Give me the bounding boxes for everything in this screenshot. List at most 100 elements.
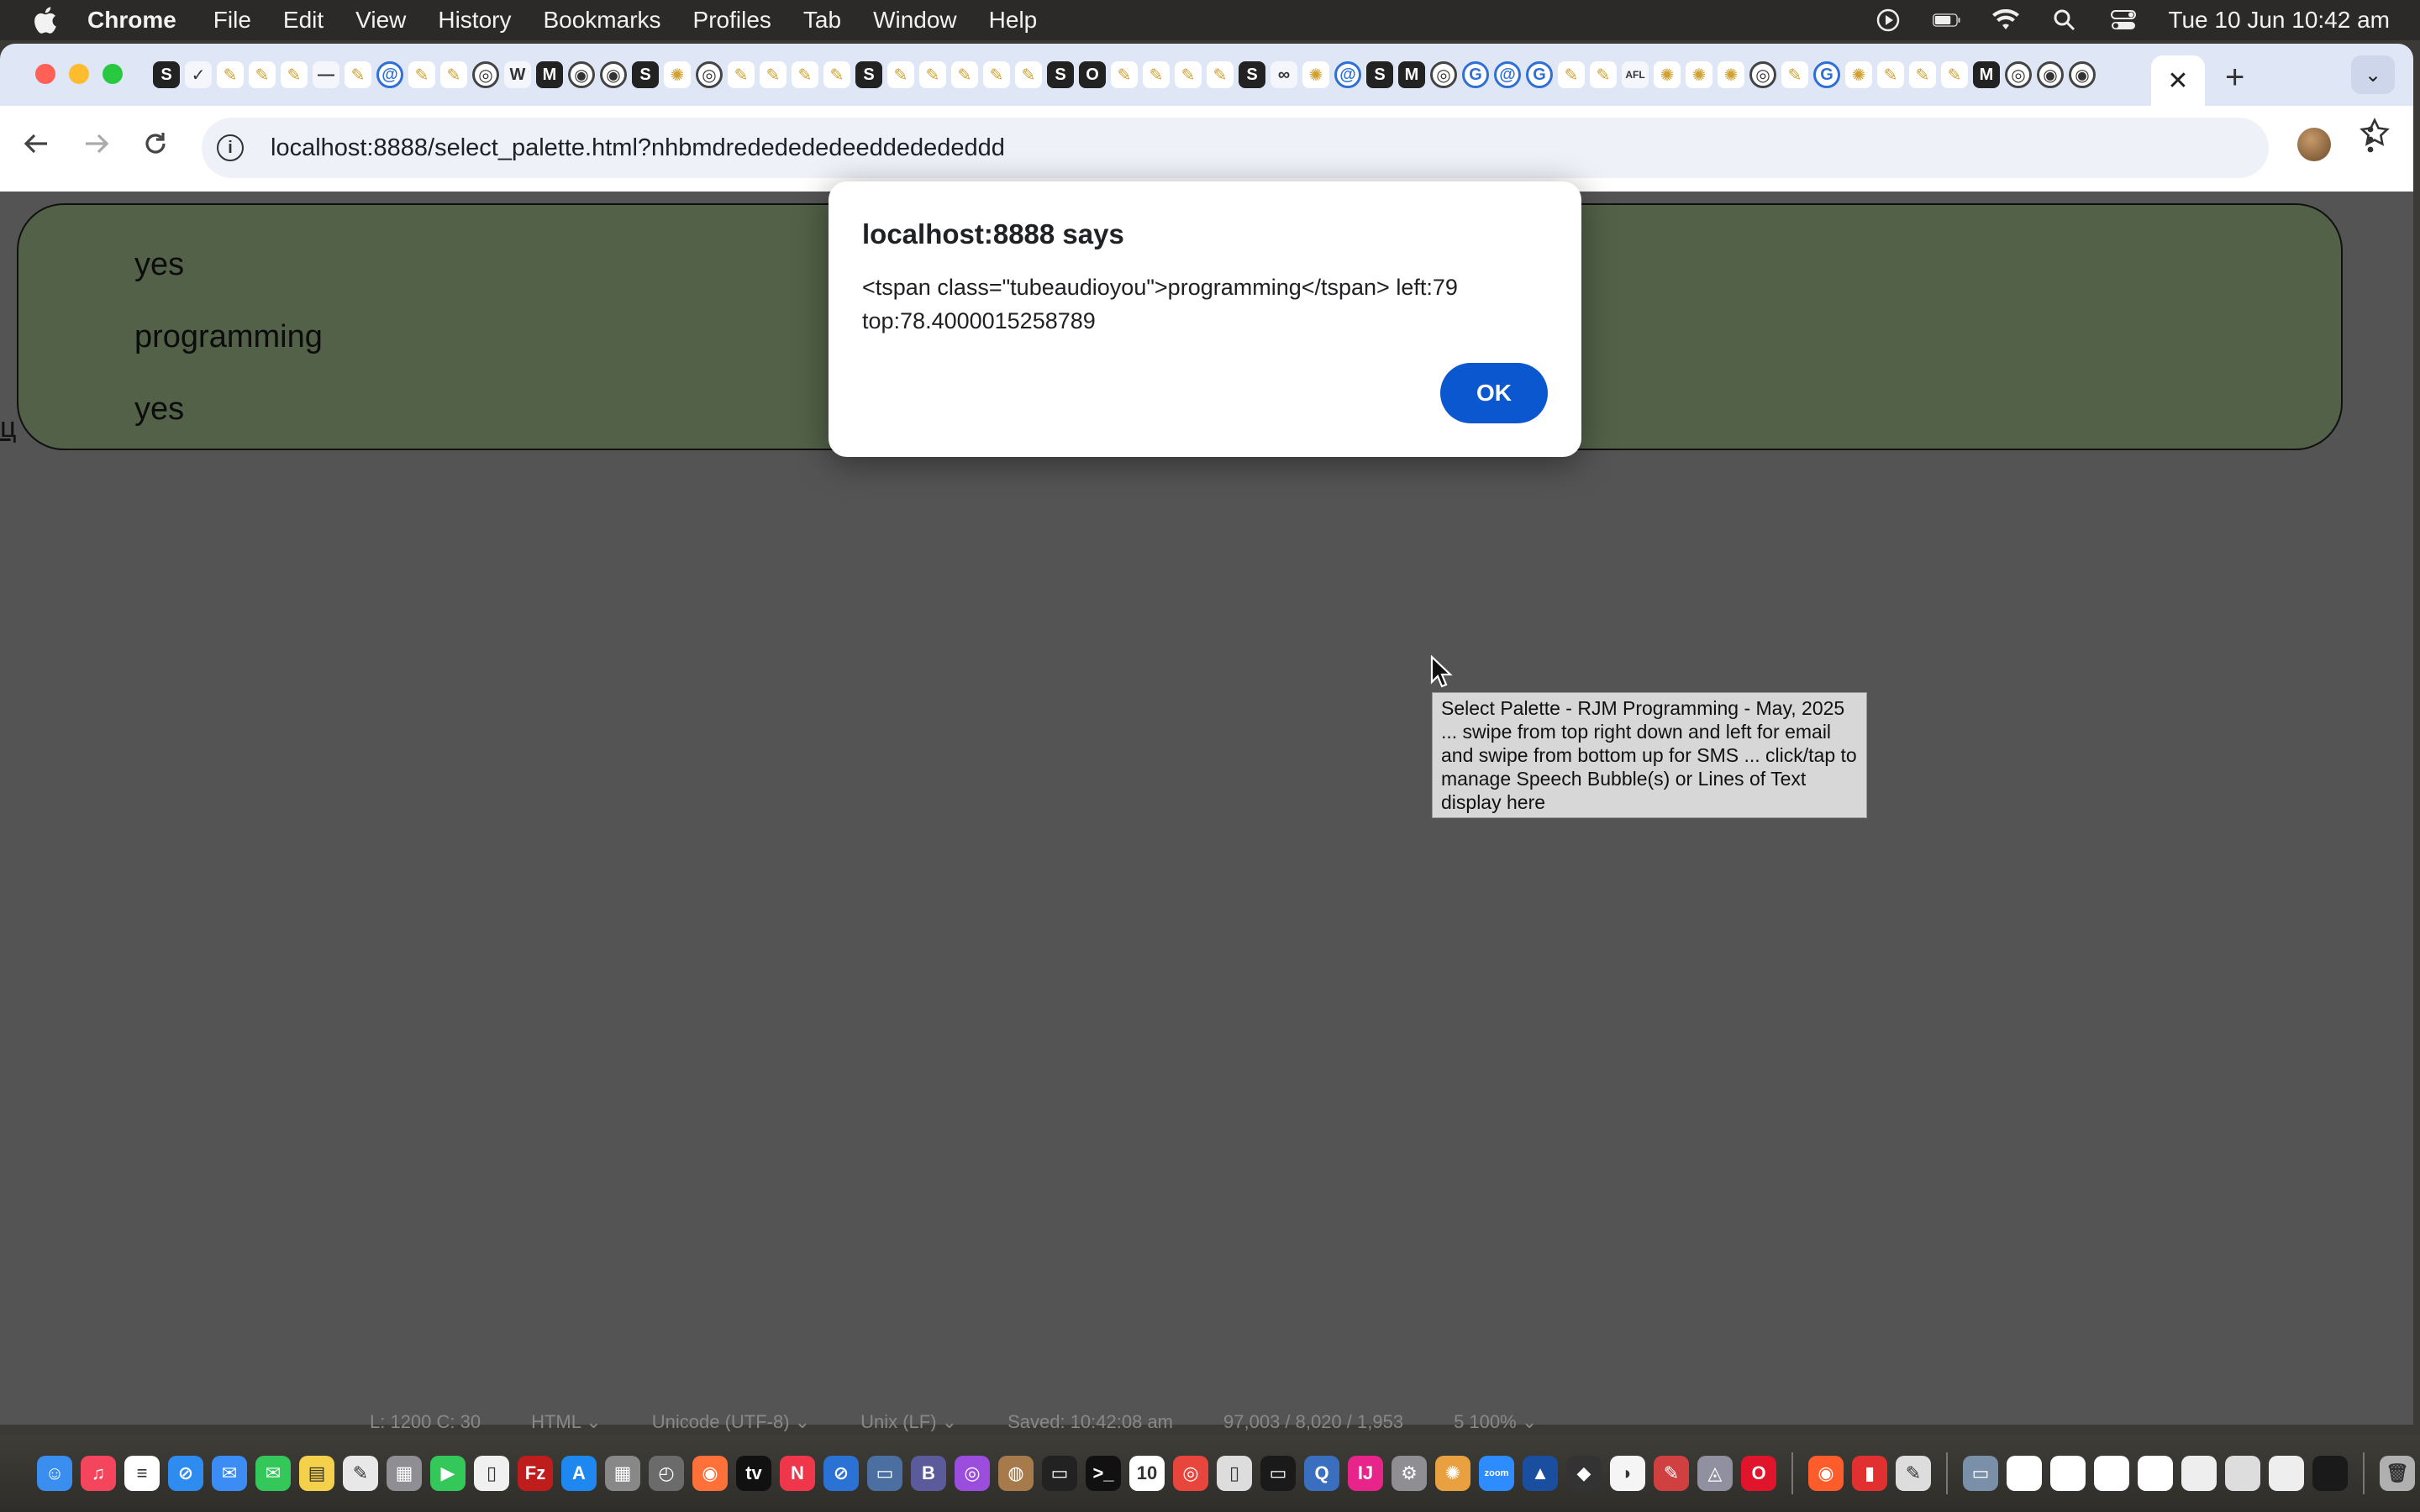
- dock-window-6-icon[interactable]: [2225, 1456, 2260, 1491]
- dock-zoom-icon[interactable]: zoom: [1479, 1456, 1514, 1491]
- bubble-text-line-3[interactable]: yes: [134, 391, 184, 428]
- dock-firefox-dev-icon[interactable]: ◉: [1808, 1456, 1844, 1491]
- site-info-icon[interactable]: i: [217, 134, 244, 161]
- tab-favicon-icon[interactable]: ✎: [951, 61, 978, 88]
- ok-button[interactable]: OK: [1440, 363, 1548, 423]
- tab-favicon-icon[interactable]: —: [313, 61, 339, 88]
- tab-favicon-icon[interactable]: ◉: [600, 61, 627, 88]
- dock-trash-icon[interactable]: 🗑: [2380, 1456, 2415, 1491]
- tab-favicon-icon[interactable]: ✎: [1111, 61, 1138, 88]
- dock-window-2-icon[interactable]: [2050, 1456, 2086, 1491]
- tab-favicon-icon[interactable]: S: [153, 61, 180, 88]
- tab-favicon-icon[interactable]: S: [855, 61, 882, 88]
- tab-favicon-icon[interactable]: ✎: [1175, 61, 1202, 88]
- wifi-icon[interactable]: [1991, 8, 2020, 33]
- menu-profiles[interactable]: Profiles: [693, 7, 771, 34]
- chrome-menu-icon[interactable]: [2366, 124, 2375, 162]
- tab-favicon-icon[interactable]: ✎: [217, 61, 244, 88]
- dock-terminal-icon[interactable]: ▭: [1042, 1456, 1077, 1491]
- address-bar[interactable]: i localhost:8888/select_palette.html?nhb…: [202, 118, 2269, 178]
- forward-arrow-icon[interactable]: [82, 129, 111, 165]
- tab-favicon-icon[interactable]: AFL: [1622, 61, 1649, 88]
- tab-favicon-icon[interactable]: ◎: [1430, 61, 1457, 88]
- tab-search-button[interactable]: ⌄: [2351, 55, 2395, 94]
- corner-glyph[interactable]: ц: [0, 412, 16, 444]
- tab-favicon-icon[interactable]: @: [1334, 61, 1361, 88]
- menu-edit[interactable]: Edit: [283, 7, 324, 34]
- dock-terminal-2-icon[interactable]: >_: [1086, 1456, 1121, 1491]
- tab-favicon-icon[interactable]: ◎: [2005, 61, 2032, 88]
- tab-favicon-icon[interactable]: S: [632, 61, 659, 88]
- tab-favicon-icon[interactable]: ◎: [696, 61, 723, 88]
- active-tab[interactable]: ✕: [2151, 55, 2205, 106]
- tab-favicon-icon[interactable]: ✎: [408, 61, 435, 88]
- tab-favicon-icon[interactable]: ✺: [1845, 61, 1872, 88]
- tab-favicon-icon[interactable]: ◉: [568, 61, 595, 88]
- tab-favicon-icon[interactable]: ✎: [823, 61, 850, 88]
- window-close-button[interactable]: [35, 64, 55, 84]
- tab-favicon-icon[interactable]: W: [504, 61, 531, 88]
- tab-favicon-icon[interactable]: ✺: [664, 61, 691, 88]
- dock-inkscape-icon[interactable]: ◆: [1566, 1456, 1602, 1491]
- tab-favicon-icon[interactable]: ✎: [1877, 61, 1904, 88]
- dock-app-store-icon[interactable]: A: [561, 1456, 597, 1491]
- dock-reminders-icon[interactable]: ≡: [124, 1456, 160, 1491]
- tab-favicon-icon[interactable]: G: [1813, 61, 1840, 88]
- tab-favicon-icon[interactable]: ◎: [472, 61, 499, 88]
- dock-window-4-icon[interactable]: [2138, 1456, 2173, 1491]
- tab-favicon-icon[interactable]: ✎: [249, 61, 276, 88]
- dock-notes-icon[interactable]: ▤: [299, 1456, 334, 1491]
- tab-favicon-icon[interactable]: ✎: [887, 61, 914, 88]
- dock-color-picker-icon[interactable]: ✺: [1435, 1456, 1470, 1491]
- dock-facetime-icon[interactable]: ▶: [430, 1456, 466, 1491]
- dock-aspect-icon[interactable]: ▲: [1523, 1456, 1558, 1491]
- tab-favicon-icon[interactable]: S: [1366, 61, 1393, 88]
- dock-calendar-icon[interactable]: 10: [1129, 1456, 1165, 1491]
- dock-window-7-icon[interactable]: [2269, 1456, 2304, 1491]
- tab-favicon-icon[interactable]: ✎: [1143, 61, 1170, 88]
- dock-opera-icon[interactable]: O: [1741, 1456, 1776, 1491]
- menu-bookmarks[interactable]: Bookmarks: [543, 7, 660, 34]
- tab-favicon-icon[interactable]: ✎: [1558, 61, 1585, 88]
- menu-window[interactable]: Window: [873, 7, 957, 34]
- tab-favicon-icon[interactable]: ✎: [1015, 61, 1042, 88]
- dock-sequel-icon[interactable]: ◗: [1610, 1456, 1645, 1491]
- profile-avatar[interactable]: [2297, 128, 2331, 161]
- tab-favicon-icon[interactable]: S: [1239, 61, 1265, 88]
- menubar-clock[interactable]: Tue 10 Jun 10:42 am: [2168, 7, 2390, 34]
- tab-favicon-icon[interactable]: S: [1047, 61, 1074, 88]
- new-tab-button[interactable]: +: [2225, 59, 2244, 97]
- tab-favicon-icon[interactable]: ✎: [440, 61, 467, 88]
- tab-favicon-icon[interactable]: G: [1526, 61, 1553, 88]
- dock-bluetooth-screen-icon[interactable]: ▭: [867, 1456, 902, 1491]
- dock-intellij-icon[interactable]: IJ: [1348, 1456, 1383, 1491]
- tab-favicon-icon[interactable]: ✎: [983, 61, 1010, 88]
- tab-favicon-icon[interactable]: ◎: [1749, 61, 1776, 88]
- tab-favicon-icon[interactable]: @: [1494, 61, 1521, 88]
- tab-favicon-icon[interactable]: @: [376, 61, 403, 88]
- dock-proxyman-icon[interactable]: ⊘: [823, 1456, 859, 1491]
- tab-favicon-icon[interactable]: ✎: [281, 61, 308, 88]
- dock-freeform-icon[interactable]: ✎: [343, 1456, 378, 1491]
- tab-favicon-icon[interactable]: ✎: [345, 61, 371, 88]
- tab-favicon-icon[interactable]: ✎: [1207, 61, 1234, 88]
- control-center-icon[interactable]: [2109, 8, 2138, 33]
- tab-favicon-icon[interactable]: ✺: [1718, 61, 1744, 88]
- tab-favicon-icon[interactable]: ✎: [728, 61, 755, 88]
- dock-photos-thumb-icon[interactable]: ▭: [1963, 1456, 1998, 1491]
- bookmark-star-icon[interactable]: [2360, 117, 2390, 155]
- dock-script-editor-icon[interactable]: ✎: [1896, 1456, 1931, 1491]
- dock-console-icon[interactable]: ▭: [1260, 1456, 1296, 1491]
- dock-terminal-window-icon[interactable]: [2312, 1456, 2348, 1491]
- dock-window-3-icon[interactable]: [2094, 1456, 2129, 1491]
- tab-favicon-icon[interactable]: M: [1973, 61, 2000, 88]
- url-text[interactable]: localhost:8888/select_palette.html?nhbmd…: [271, 134, 1005, 162]
- apple-menu-icon[interactable]: [32, 6, 57, 34]
- tab-favicon-icon[interactable]: ✎: [1781, 61, 1808, 88]
- menu-history[interactable]: History: [438, 7, 511, 34]
- tab-favicon-icon[interactable]: ✎: [792, 61, 818, 88]
- tab-favicon-icon[interactable]: ◉: [2069, 61, 2096, 88]
- dock-chrome-icon[interactable]: ◎: [1173, 1456, 1208, 1491]
- tab-favicon-icon[interactable]: ✎: [1909, 61, 1936, 88]
- tab-favicon-icon[interactable]: ✺: [1654, 61, 1681, 88]
